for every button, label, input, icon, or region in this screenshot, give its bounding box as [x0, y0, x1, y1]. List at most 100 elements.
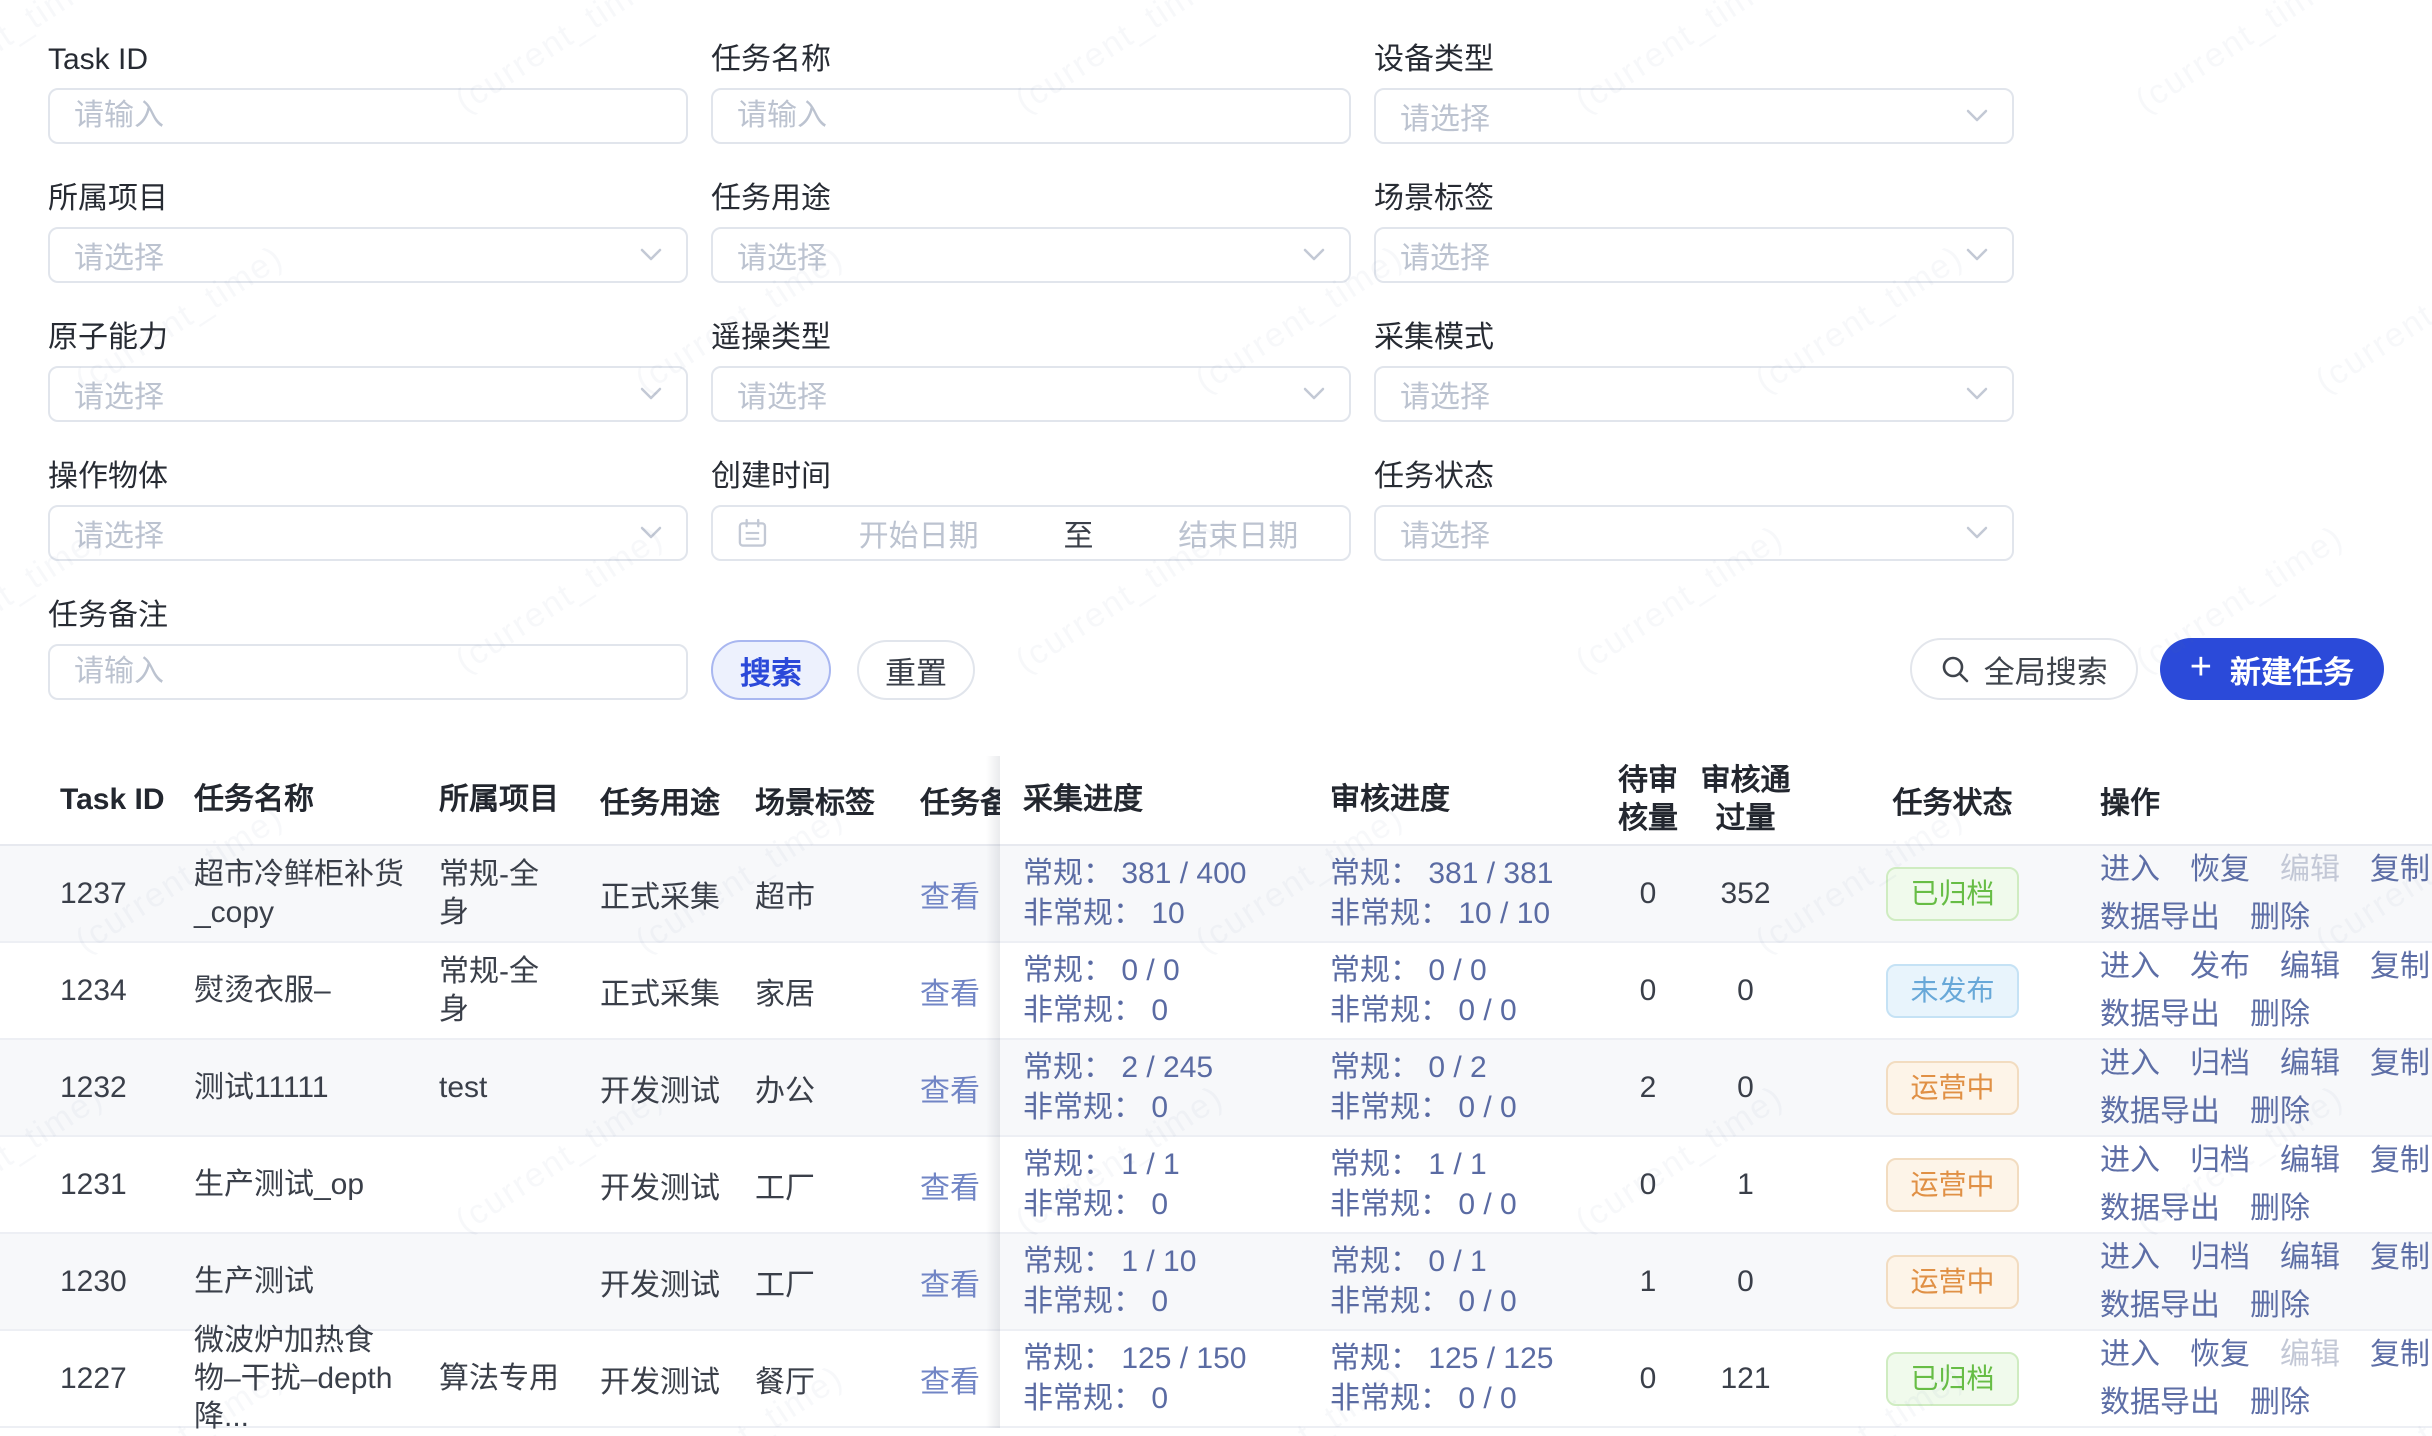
- action-link[interactable]: 删除: [2250, 1092, 2310, 1132]
- action-links: 进入发布编辑复制数据导出删除: [2100, 947, 2432, 1035]
- action-links: 进入恢复编辑复制数据导出删除: [2100, 1335, 2432, 1423]
- cell-task-name: 生产测试: [194, 1263, 439, 1301]
- action-link[interactable]: 复制: [2370, 1044, 2430, 1084]
- filter-field-atomic_ability: 原子能力请选择: [48, 318, 688, 422]
- action-link[interactable]: 复制: [2370, 850, 2430, 890]
- action-link[interactable]: 进入: [2100, 1238, 2160, 1278]
- table-body: 1237超市冷鲜柜补货_copy常规-全身正式采集超市查看常规： 381 / 4…: [0, 846, 2432, 1428]
- action-link[interactable]: 归档: [2190, 1238, 2250, 1278]
- action-link[interactable]: 进入: [2100, 1141, 2160, 1181]
- field-label: Task ID: [48, 40, 688, 80]
- filter-select-purpose[interactable]: 请选择: [711, 227, 1351, 283]
- cell-remark: 查看: [920, 1163, 1000, 1207]
- view-remark-link[interactable]: 查看: [920, 1075, 980, 1108]
- header-actions: 操作: [2100, 778, 2432, 822]
- filter-select-teleop_type[interactable]: 请选择: [711, 366, 1351, 422]
- cell-purpose: 正式采集: [600, 969, 755, 1013]
- action-link[interactable]: 进入: [2100, 947, 2160, 987]
- action-link[interactable]: 删除: [2250, 1286, 2310, 1326]
- header-status: 任务状态: [1805, 778, 2100, 822]
- action-link[interactable]: 复制: [2370, 1141, 2430, 1181]
- action-link[interactable]: 恢复: [2190, 1335, 2250, 1375]
- action-link[interactable]: 数据导出: [2100, 898, 2220, 938]
- action-link[interactable]: 删除: [2250, 1189, 2310, 1229]
- select-placeholder: 请选择: [74, 233, 164, 277]
- action-link[interactable]: 编辑: [2280, 1044, 2340, 1084]
- action-links: 进入归档编辑复制数据导出删除: [2100, 1238, 2432, 1326]
- filter-select-atomic_ability[interactable]: 请选择: [48, 366, 688, 422]
- action-link[interactable]: 复制: [2370, 1238, 2430, 1278]
- search-button[interactable]: 搜索: [711, 640, 831, 700]
- action-link[interactable]: 归档: [2190, 1141, 2250, 1181]
- view-remark-link[interactable]: 查看: [920, 1366, 980, 1399]
- action-link[interactable]: 进入: [2100, 1335, 2160, 1375]
- cell-scene: 餐厅: [755, 1357, 920, 1401]
- action-link[interactable]: 编辑: [2280, 947, 2340, 987]
- cell-review-progress: 常规： 0 / 0非常规： 0 / 0: [1330, 951, 1610, 1031]
- cell-task-id: 1234: [0, 974, 194, 1008]
- chevron-down-icon: [1303, 387, 1325, 401]
- action-link[interactable]: 数据导出: [2100, 1189, 2220, 1229]
- action-link[interactable]: 删除: [2250, 898, 2310, 938]
- action-link[interactable]: 发布: [2190, 947, 2250, 987]
- select-placeholder: 请选择: [1400, 94, 1490, 138]
- filter-daterange-create_time[interactable]: 开始日期至结束日期: [711, 505, 1351, 561]
- action-link[interactable]: 删除: [2250, 995, 2310, 1035]
- cell-status: 已归档: [1805, 867, 2100, 921]
- action-link[interactable]: 删除: [2250, 1383, 2310, 1423]
- review-irregular: 非常规： 0 / 0: [1330, 1282, 1610, 1322]
- action-link[interactable]: 复制: [2370, 947, 2430, 987]
- status-badge: 运营中: [1886, 1061, 2018, 1115]
- header-task-id: Task ID: [0, 783, 194, 817]
- view-remark-link[interactable]: 查看: [920, 881, 980, 914]
- filter-select-device_type[interactable]: 请选择: [1374, 88, 2014, 144]
- create-task-label: 新建任务: [2230, 647, 2354, 692]
- review-irregular: 非常规： 0 / 0: [1330, 991, 1610, 1031]
- action-link[interactable]: 编辑: [2280, 1141, 2340, 1181]
- action-link[interactable]: 归档: [2190, 1044, 2250, 1084]
- action-link[interactable]: 数据导出: [2100, 995, 2220, 1035]
- review-regular: 常规： 381 / 381: [1330, 854, 1610, 894]
- cell-scene: 家居: [755, 969, 920, 1013]
- action-link[interactable]: 数据导出: [2100, 1286, 2220, 1326]
- cell-review-progress: 常规： 0 / 2非常规： 0 / 0: [1330, 1048, 1610, 1128]
- filter-select-project[interactable]: 请选择: [48, 227, 688, 283]
- cell-purpose: 开发测试: [600, 1163, 755, 1207]
- status-badge: 运营中: [1886, 1255, 2018, 1309]
- filter-input-task_id[interactable]: [48, 88, 688, 144]
- cell-pending-count: 0: [1610, 972, 1686, 1010]
- view-remark-link[interactable]: 查看: [920, 978, 980, 1011]
- cell-remark: 查看: [920, 1066, 1000, 1110]
- action-link[interactable]: 进入: [2100, 850, 2160, 890]
- action-link[interactable]: 数据导出: [2100, 1092, 2220, 1132]
- view-remark-link[interactable]: 查看: [920, 1172, 980, 1205]
- cell-passed-count: 121: [1686, 1360, 1805, 1398]
- chevron-down-icon: [1966, 387, 1988, 401]
- cell-remark: 查看: [920, 969, 1000, 1013]
- chevron-down-icon: [1966, 248, 1988, 262]
- filter-select-scene_tag[interactable]: 请选择: [1374, 227, 2014, 283]
- action-link[interactable]: 数据导出: [2100, 1383, 2220, 1423]
- action-link[interactable]: 复制: [2370, 1335, 2430, 1375]
- global-search-button[interactable]: 全局搜索: [1910, 638, 2138, 700]
- select-placeholder: 请选择: [1400, 233, 1490, 277]
- action-link[interactable]: 编辑: [2280, 1238, 2340, 1278]
- daterange-separator: 至: [1063, 511, 1093, 555]
- cell-actions: 进入恢复编辑复制数据导出删除: [2100, 850, 2432, 938]
- filter-input-task_remark[interactable]: [48, 644, 688, 700]
- header-name: 任务名称: [194, 781, 439, 819]
- filter-select-task_status[interactable]: 请选择: [1374, 505, 2014, 561]
- create-task-button[interactable]: + 新建任务: [2160, 638, 2384, 700]
- collect-regular: 常规： 2 / 245: [1023, 1048, 1330, 1088]
- filter-input-task_name[interactable]: [711, 88, 1351, 144]
- reset-button[interactable]: 重置: [857, 640, 975, 700]
- table-row: 1230生产测试开发测试工厂查看常规： 1 / 10非常规： 0常规： 0 / …: [0, 1234, 2432, 1331]
- cell-remark: 查看: [920, 872, 1000, 916]
- filter-select-collect_mode[interactable]: 请选择: [1374, 366, 2014, 422]
- field-label: 任务状态: [1374, 457, 2014, 497]
- filter-select-object[interactable]: 请选择: [48, 505, 688, 561]
- action-link[interactable]: 进入: [2100, 1044, 2160, 1084]
- action-link[interactable]: 恢复: [2190, 850, 2250, 890]
- view-remark-link[interactable]: 查看: [920, 1269, 980, 1302]
- cell-status: 运营中: [1805, 1158, 2100, 1212]
